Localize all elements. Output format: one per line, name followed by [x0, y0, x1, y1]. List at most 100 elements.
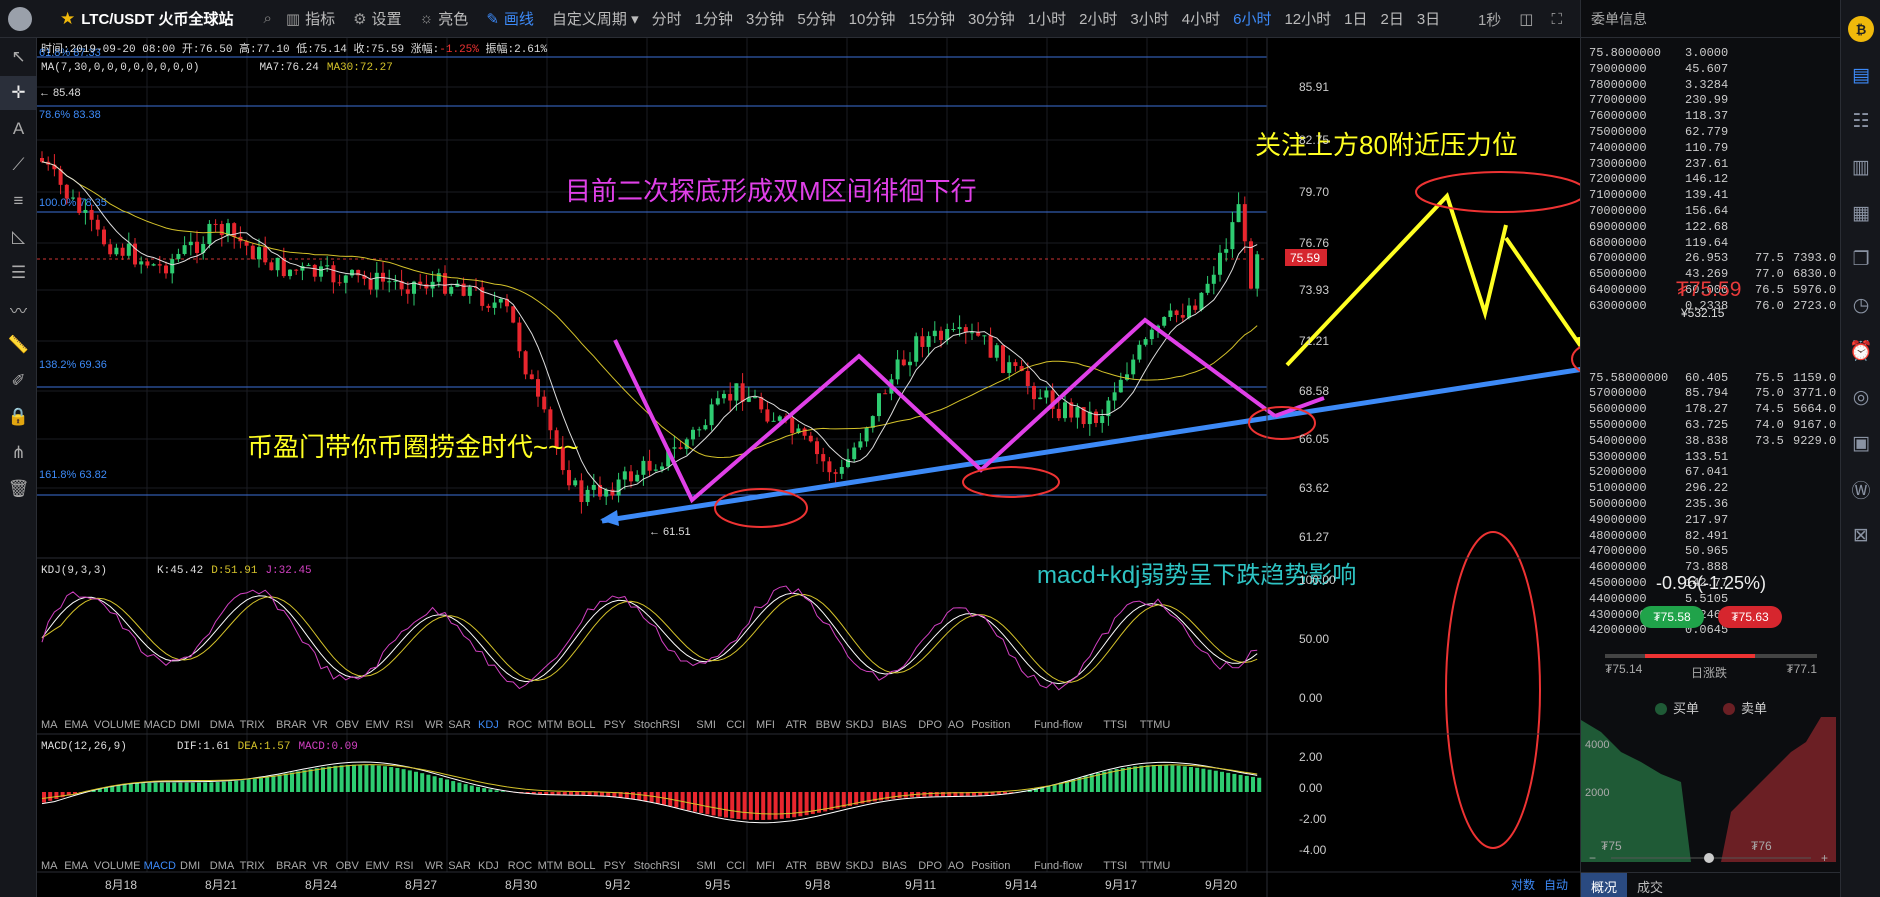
indicator-tab[interactable]: KDJ: [478, 860, 499, 872]
orderbook-row[interactable]: 73000000 237.61: [1589, 157, 1834, 173]
search-icon[interactable]: ⌕: [263, 10, 271, 27]
indicator-tab[interactable]: DMA: [210, 860, 235, 872]
triangle-tool-icon[interactable]: ◺: [0, 220, 37, 254]
period-item[interactable]: 4小时: [1182, 8, 1220, 29]
indicator-tab[interactable]: RSI: [395, 719, 413, 731]
indicator-tab[interactable]: ATR: [786, 719, 807, 731]
period-custom[interactable]: 自定义周期 ▾: [552, 8, 639, 29]
indicator-tab[interactable]: ROC: [508, 719, 533, 731]
indicator-tab[interactable]: VR: [312, 719, 327, 731]
indicator-tab[interactable]: DPO: [918, 860, 942, 872]
camera-icon[interactable]: ◫: [1519, 10, 1533, 28]
orderbook-row[interactable]: 75.8000000 3.0000: [1589, 46, 1834, 62]
indicator-tab[interactable]: TRIX: [240, 860, 266, 872]
indicator-tab[interactable]: CCI: [726, 860, 745, 872]
indicator-tab[interactable]: ATR: [786, 860, 807, 872]
indicator-tab[interactable]: KDJ: [478, 719, 499, 731]
period-item[interactable]: 12小时: [1284, 8, 1331, 29]
orderbook-row[interactable]: 76000000 118.37: [1589, 109, 1834, 125]
trend-line[interactable]: [601, 359, 1630, 524]
indicator-tab[interactable]: BBW: [816, 719, 842, 731]
indicator-tab[interactable]: SAR: [448, 719, 471, 731]
circle-marker[interactable]: [1415, 171, 1587, 213]
layout-icon[interactable]: ▤: [1841, 52, 1880, 98]
circle-marker[interactable]: [1445, 531, 1541, 849]
indicator-tab[interactable]: SKDJ: [845, 860, 873, 872]
period-item[interactable]: 15分钟: [908, 8, 955, 29]
indicator-tab[interactable]: RSI: [395, 860, 413, 872]
indicator-tab[interactable]: Position: [971, 860, 1010, 872]
indicator-tab[interactable]: DPO: [918, 719, 942, 731]
indicator-tab[interactable]: SKDJ: [845, 719, 873, 731]
fullscreen-icon[interactable]: ⛶: [1551, 11, 1562, 28]
indicator-tab[interactable]: TTSI: [1103, 719, 1127, 731]
bid-pill[interactable]: ₮75.58: [1640, 606, 1704, 628]
indicator-tab[interactable]: DMI: [180, 860, 200, 872]
indicator-tab[interactable]: BRAR: [276, 719, 307, 731]
brush-icon[interactable]: ✐: [0, 364, 37, 398]
favorite-star-icon[interactable]: ★: [60, 9, 75, 29]
columns-icon[interactable]: ▦: [1841, 190, 1880, 236]
orderbook-row[interactable]: 50000000 235.36: [1589, 497, 1834, 513]
indicator-tab[interactable]: StochRSI: [634, 860, 680, 872]
indicator-tab[interactable]: BOLL: [567, 860, 595, 872]
indicator-tab[interactable]: EMV: [365, 860, 390, 872]
orderbook-row[interactable]: 70000000 156.64: [1589, 204, 1834, 220]
period-item[interactable]: 5分钟: [797, 8, 835, 29]
auto-scale-toggle[interactable]: 自动: [1544, 878, 1568, 892]
ask-pill[interactable]: ₮75.63: [1718, 606, 1782, 628]
period-item[interactable]: 3日: [1417, 8, 1440, 29]
indicator-tab[interactable]: AO: [948, 860, 964, 872]
cursor-arrow-icon[interactable]: ↖: [0, 40, 37, 74]
circle-marker[interactable]: [962, 466, 1060, 498]
indicator-tab[interactable]: MFI: [756, 860, 775, 872]
indicator-tab[interactable]: BIAS: [882, 860, 907, 872]
orderbook-row[interactable]: 56000000 178.27 74.5 5664.0: [1589, 402, 1836, 418]
orderbook-row[interactable]: 68000000 119.64: [1589, 236, 1834, 252]
period-item[interactable]: 3小时: [1130, 8, 1168, 29]
indicator-tab[interactable]: BIAS: [882, 719, 907, 731]
indicator-tab[interactable]: MA: [41, 719, 58, 731]
orderbook-row[interactable]: 55000000 63.725 74.0 9167.0: [1589, 418, 1836, 434]
period-item[interactable]: 10分钟: [849, 8, 896, 29]
light-mode-button[interactable]: ☼ 亮色: [420, 8, 469, 29]
indicator-tab[interactable]: BBW: [816, 860, 842, 872]
period-item[interactable]: 2小时: [1079, 8, 1117, 29]
copy-icon[interactable]: ❐: [1841, 236, 1880, 282]
indicator-tab[interactable]: MFI: [756, 719, 775, 731]
alarm-icon[interactable]: ⏰: [1841, 328, 1880, 374]
annotation-text[interactable]: 目前二次探底形成双M区间徘徊下行: [565, 176, 977, 206]
depth-chart[interactable]: 4000 2000 ₮75 ₮76 − +: [1581, 712, 1841, 867]
indicator-tab[interactable]: VR: [312, 860, 327, 872]
indicator-tab[interactable]: MACD: [144, 860, 176, 872]
indicator-tab[interactable]: WR: [425, 719, 443, 731]
period-item[interactable]: 2日: [1380, 8, 1403, 29]
chart-area[interactable]: 61.8% 87.33 78.6% 83.38 100.0% 78.35 138…: [37, 38, 1657, 897]
period-item[interactable]: 1小时: [1028, 8, 1066, 29]
period-item[interactable]: 3分钟: [746, 8, 784, 29]
crosshair-icon[interactable]: ✛: [0, 76, 37, 110]
orderbook-row[interactable]: 79000000 45.607: [1589, 62, 1834, 78]
orderbook-row[interactable]: 75.58000000 60.405 75.5 1159.0: [1589, 371, 1836, 387]
orderbook-row[interactable]: 57000000 85.794 75.0 3771.0: [1589, 386, 1836, 402]
indicator-tab[interactable]: MTM: [538, 860, 563, 872]
coin-icon[interactable]: ₿: [1841, 6, 1880, 52]
indicator-tab[interactable]: VOLUME: [94, 860, 140, 872]
orderbook-row[interactable]: 51000000 296.22: [1589, 481, 1834, 497]
orderbook-row[interactable]: 78000000 3.3284: [1589, 78, 1834, 94]
indicator-tab[interactable]: PSY: [604, 719, 627, 731]
pro-icon[interactable]: ⊠: [1841, 512, 1880, 558]
indicator-tab[interactable]: TTMU: [1140, 860, 1171, 872]
w-icon[interactable]: Ⓦ: [1841, 466, 1880, 512]
list-icon[interactable]: ☷: [1841, 98, 1880, 144]
indicator-tab[interactable]: MACD: [144, 719, 176, 731]
indicator-tab[interactable]: DMI: [180, 719, 200, 731]
orderbook-row[interactable]: 48000000 82.491: [1589, 529, 1834, 545]
orderbook-row[interactable]: 74000000 110.79: [1589, 141, 1834, 157]
trend-line-icon[interactable]: ⟋: [0, 148, 37, 182]
ruler-icon[interactable]: 📏: [0, 328, 37, 362]
depth-icon[interactable]: ▥: [1841, 144, 1880, 190]
lock-icon[interactable]: 🔒: [0, 400, 37, 434]
period-item[interactable]: 1分钟: [695, 8, 733, 29]
indicator-tab[interactable]: OBV: [336, 860, 360, 872]
